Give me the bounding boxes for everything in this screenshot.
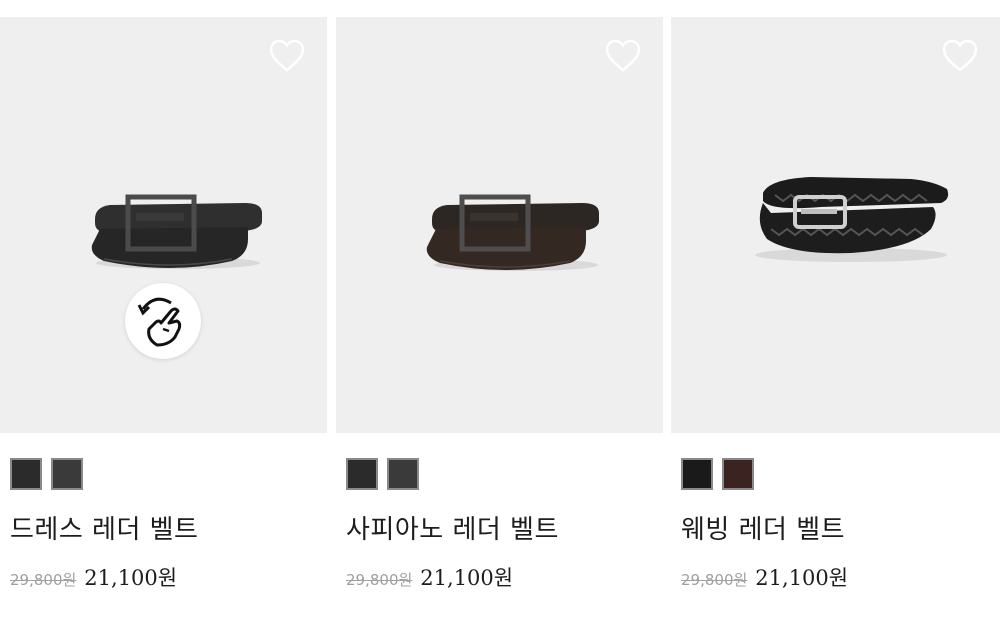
rotate-hand-icon — [137, 297, 182, 347]
product-card[interactable]: 사피아노 레더 벨트 29,800원 21,100원 — [336, 17, 663, 590]
product-card[interactable]: 웨빙 레더 벨트 29,800원 21,100원 — [671, 17, 1000, 590]
color-swatch-black[interactable] — [346, 458, 378, 490]
sale-price: 21,100원 — [84, 566, 178, 590]
rotate-view-button[interactable] — [125, 283, 201, 359]
color-swatch-charcoal[interactable] — [387, 458, 419, 490]
product-name[interactable]: 드레스 레더 벨트 — [10, 509, 198, 546]
braided-leather-belt-icon — [755, 177, 949, 262]
product-card[interactable]: 드레스 레더 벨트 29,800원 21,100원 — [0, 17, 327, 590]
original-price: 29,800원 — [346, 571, 413, 589]
color-swatch-black[interactable] — [10, 458, 42, 490]
price: 29,800원 21,100원 — [681, 562, 848, 592]
color-swatch-brown[interactable] — [722, 458, 754, 490]
price: 29,800원 21,100원 — [10, 562, 177, 592]
color-swatch-black[interactable] — [681, 458, 713, 490]
price: 29,800원 21,100원 — [346, 562, 513, 592]
color-swatches — [10, 458, 83, 490]
original-price: 29,800원 — [10, 571, 77, 589]
product-name[interactable]: 사피아노 레더 벨트 — [346, 509, 559, 546]
product-name[interactable]: 웨빙 레더 벨트 — [681, 509, 845, 546]
sale-price: 21,100원 — [755, 566, 849, 590]
color-swatch-charcoal[interactable] — [51, 458, 83, 490]
brown-leather-belt-icon — [426, 194, 599, 271]
sale-price: 21,100원 — [420, 566, 514, 590]
original-price: 29,800원 — [681, 571, 748, 589]
product-image[interactable] — [671, 17, 1000, 433]
black-leather-belt-icon — [91, 194, 262, 269]
color-swatches — [681, 458, 754, 490]
product-image[interactable] — [0, 17, 327, 433]
product-image[interactable] — [336, 17, 663, 433]
color-swatches — [346, 458, 419, 490]
